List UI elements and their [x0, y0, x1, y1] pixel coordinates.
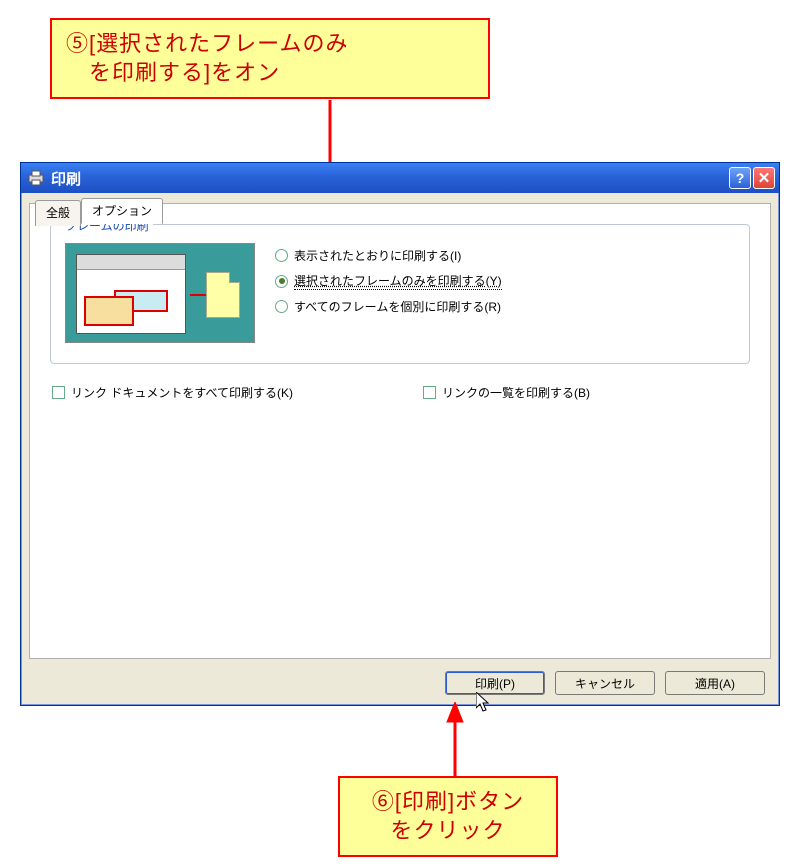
radio-each-frame[interactable]: すべてのフレームを個別に印刷する(R)	[275, 298, 502, 315]
radio-icon	[275, 275, 288, 288]
close-button[interactable]: ✕	[753, 167, 775, 189]
radio-label: 表示されたとおりに印刷する(I)	[294, 247, 461, 264]
frame-print-group: フレームの印刷 表示されたとおりに印刷する(I) 選択さ	[50, 224, 750, 364]
tab-options[interactable]: オプション	[81, 198, 163, 224]
callout-step5: ⑤[選択されたフレームのみ を印刷する]をオン	[50, 18, 490, 99]
checkbox-icon	[423, 386, 436, 399]
radio-label: 選択されたフレームのみを印刷する(Y)	[294, 272, 502, 290]
callout-step6: ⑥[印刷]ボタン をクリック	[338, 776, 558, 857]
radio-label: すべてのフレームを個別に印刷する(R)	[294, 298, 501, 315]
print-dialog: 印刷 ? ✕ 全般 オプション フレームの印刷 表示されたと	[20, 162, 780, 706]
print-button[interactable]: 印刷(P)	[445, 671, 545, 695]
checkbox-icon	[52, 386, 65, 399]
radio-icon	[275, 300, 288, 313]
cancel-button[interactable]: キャンセル	[555, 671, 655, 695]
radio-icon	[275, 249, 288, 262]
help-button[interactable]: ?	[729, 167, 751, 189]
radio-selected-frame[interactable]: 選択されたフレームのみを印刷する(Y)	[275, 272, 502, 290]
dialog-buttons: 印刷(P) キャンセル 適用(A)	[445, 671, 765, 695]
tab-general[interactable]: 全般	[35, 200, 81, 226]
arrow-step6	[440, 702, 470, 780]
titlebar: 印刷 ? ✕	[21, 163, 779, 193]
checkbox-label: リンク ドキュメントをすべて印刷する(K)	[71, 384, 293, 401]
radio-as-laid-out[interactable]: 表示されたとおりに印刷する(I)	[275, 247, 502, 264]
tabstrip: 全般 オプション	[35, 198, 163, 224]
printer-icon	[27, 169, 45, 187]
apply-button[interactable]: 適用(A)	[665, 671, 765, 695]
checkbox-label: リンクの一覧を印刷する(B)	[442, 384, 590, 401]
frame-illustration	[65, 243, 255, 343]
dialog-body: フレームの印刷 表示されたとおりに印刷する(I) 選択さ	[29, 203, 771, 659]
dialog-title: 印刷	[51, 168, 727, 189]
checkbox-row: リンク ドキュメントをすべて印刷する(K) リンクの一覧を印刷する(B)	[52, 384, 750, 401]
check-link-docs[interactable]: リンク ドキュメントをすべて印刷する(K)	[52, 384, 293, 401]
check-link-table[interactable]: リンクの一覧を印刷する(B)	[423, 384, 590, 401]
frame-radio-group: 表示されたとおりに印刷する(I) 選択されたフレームのみを印刷する(Y) すべて…	[275, 243, 502, 315]
